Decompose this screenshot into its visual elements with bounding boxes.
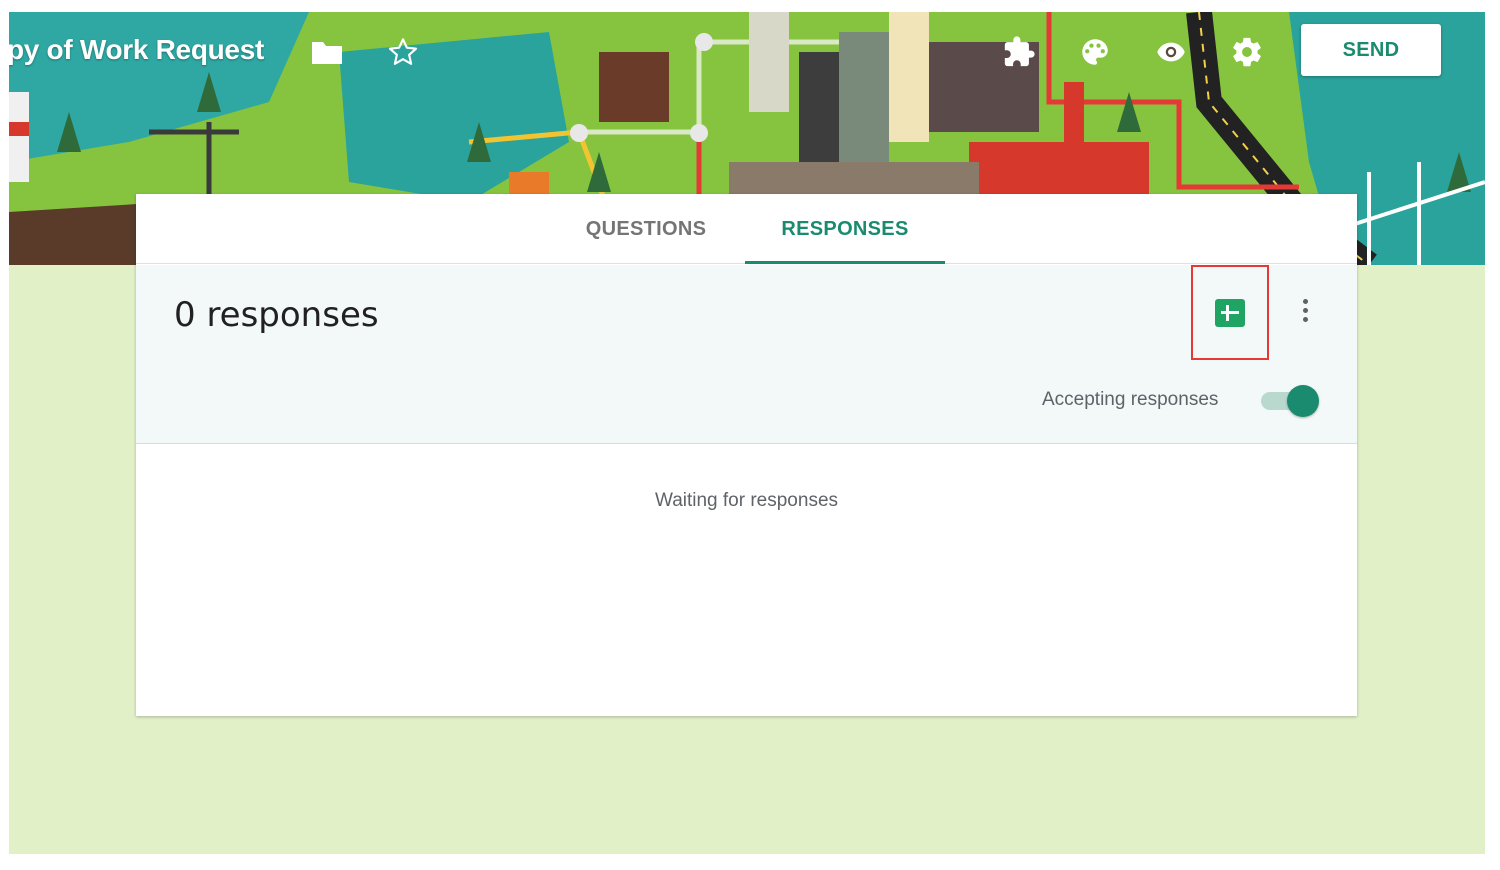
responses-summary: 0 responses Accepting responses <box>136 265 1357 444</box>
addons-icon[interactable] <box>999 32 1039 72</box>
more-vert-icon <box>1302 298 1308 304</box>
form-tabs: QUESTIONS RESPONSES <box>136 194 1357 264</box>
star-icon[interactable] <box>383 32 423 72</box>
response-count: 0 responses <box>174 295 379 335</box>
preview-icon[interactable] <box>1151 32 1191 72</box>
create-spreadsheet-button[interactable] <box>1191 265 1269 360</box>
forms-app: py of Work Request SEND QUESTIONS RESPON… <box>9 12 1485 854</box>
tab-responses[interactable]: RESPONSES <box>745 194 945 264</box>
accepting-responses-toggle[interactable] <box>1259 385 1321 417</box>
tab-questions[interactable]: QUESTIONS <box>556 194 736 264</box>
more-options-button[interactable] <box>1292 295 1318 325</box>
sheets-icon <box>1215 298 1245 327</box>
active-tab-indicator <box>745 261 945 264</box>
send-button[interactable]: SEND <box>1301 24 1441 76</box>
accepting-responses-label: Accepting responses <box>1042 389 1219 410</box>
toggle-knob <box>1287 385 1319 417</box>
settings-icon[interactable] <box>1227 32 1267 72</box>
empty-state-message: Waiting for responses <box>654 490 839 511</box>
form-title[interactable]: py of Work Request <box>9 34 264 66</box>
palette-icon[interactable] <box>1075 32 1115 72</box>
folder-icon[interactable] <box>307 32 347 72</box>
responses-card: QUESTIONS RESPONSES 0 responses Acceptin… <box>136 194 1357 716</box>
